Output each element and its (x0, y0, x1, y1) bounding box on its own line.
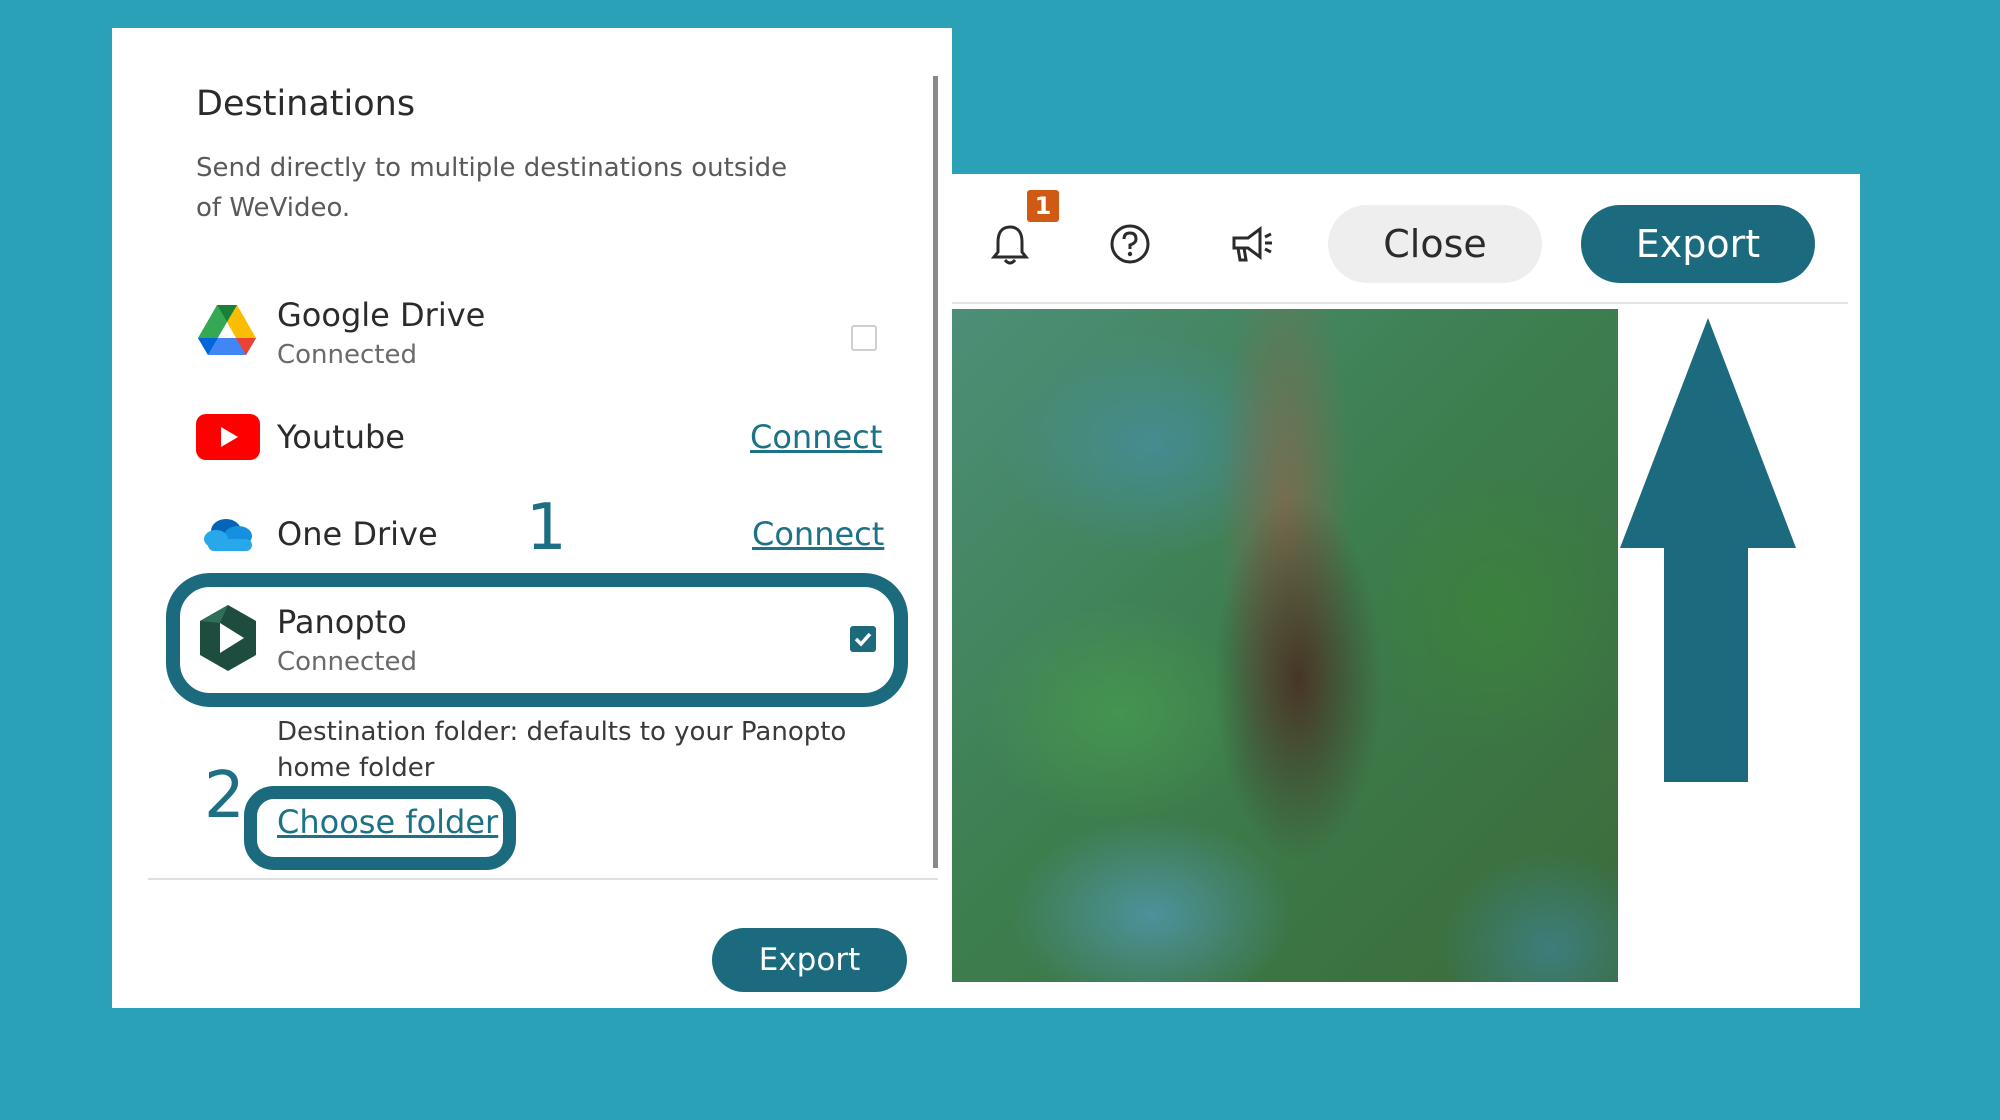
choose-folder-link[interactable]: Choose folder (277, 803, 498, 841)
panopto-checkbox[interactable] (850, 626, 876, 652)
close-button[interactable]: Close (1328, 205, 1542, 283)
notification-badge: 1 (1027, 190, 1059, 222)
bell-icon[interactable] (990, 222, 1030, 266)
step-1-annotation: 1 (526, 491, 567, 565)
folder-label: Destination folder: (277, 717, 519, 747)
video-preview (952, 309, 1618, 982)
panel-subtitle: Send directly to multiple destinations o… (196, 153, 788, 223)
onedrive-icon (204, 519, 252, 551)
youtube-connect-link[interactable]: Connect (750, 418, 882, 456)
destination-name: Google Drive (277, 296, 486, 334)
megaphone-icon[interactable] (1228, 224, 1274, 264)
destination-folder-info: Destination folder: defaults to your Pan… (277, 714, 877, 786)
panopto-icon (200, 605, 256, 671)
step-2-annotation: 2 (204, 759, 245, 833)
toolbar-divider (952, 302, 1848, 304)
panel-title: Destinations (196, 84, 416, 124)
export-button[interactable]: Export (1581, 205, 1815, 283)
onedrive-connect-link[interactable]: Connect (752, 515, 884, 553)
help-icon[interactable] (1109, 223, 1151, 265)
destination-name: One Drive (277, 515, 438, 553)
youtube-icon (196, 414, 260, 460)
panel-export-button[interactable]: Export (712, 928, 907, 992)
checkmark-icon (854, 632, 872, 647)
destination-status: Connected (277, 340, 418, 370)
panel-divider (148, 878, 938, 880)
google-drive-icon (198, 305, 256, 355)
destination-name: Youtube (277, 418, 405, 456)
arrow-up-icon (1620, 318, 1796, 782)
panel-scrollbar[interactable] (933, 76, 938, 868)
destination-status: Connected (277, 647, 418, 677)
google-drive-checkbox[interactable] (851, 325, 877, 351)
destination-name: Panopto (277, 603, 407, 641)
